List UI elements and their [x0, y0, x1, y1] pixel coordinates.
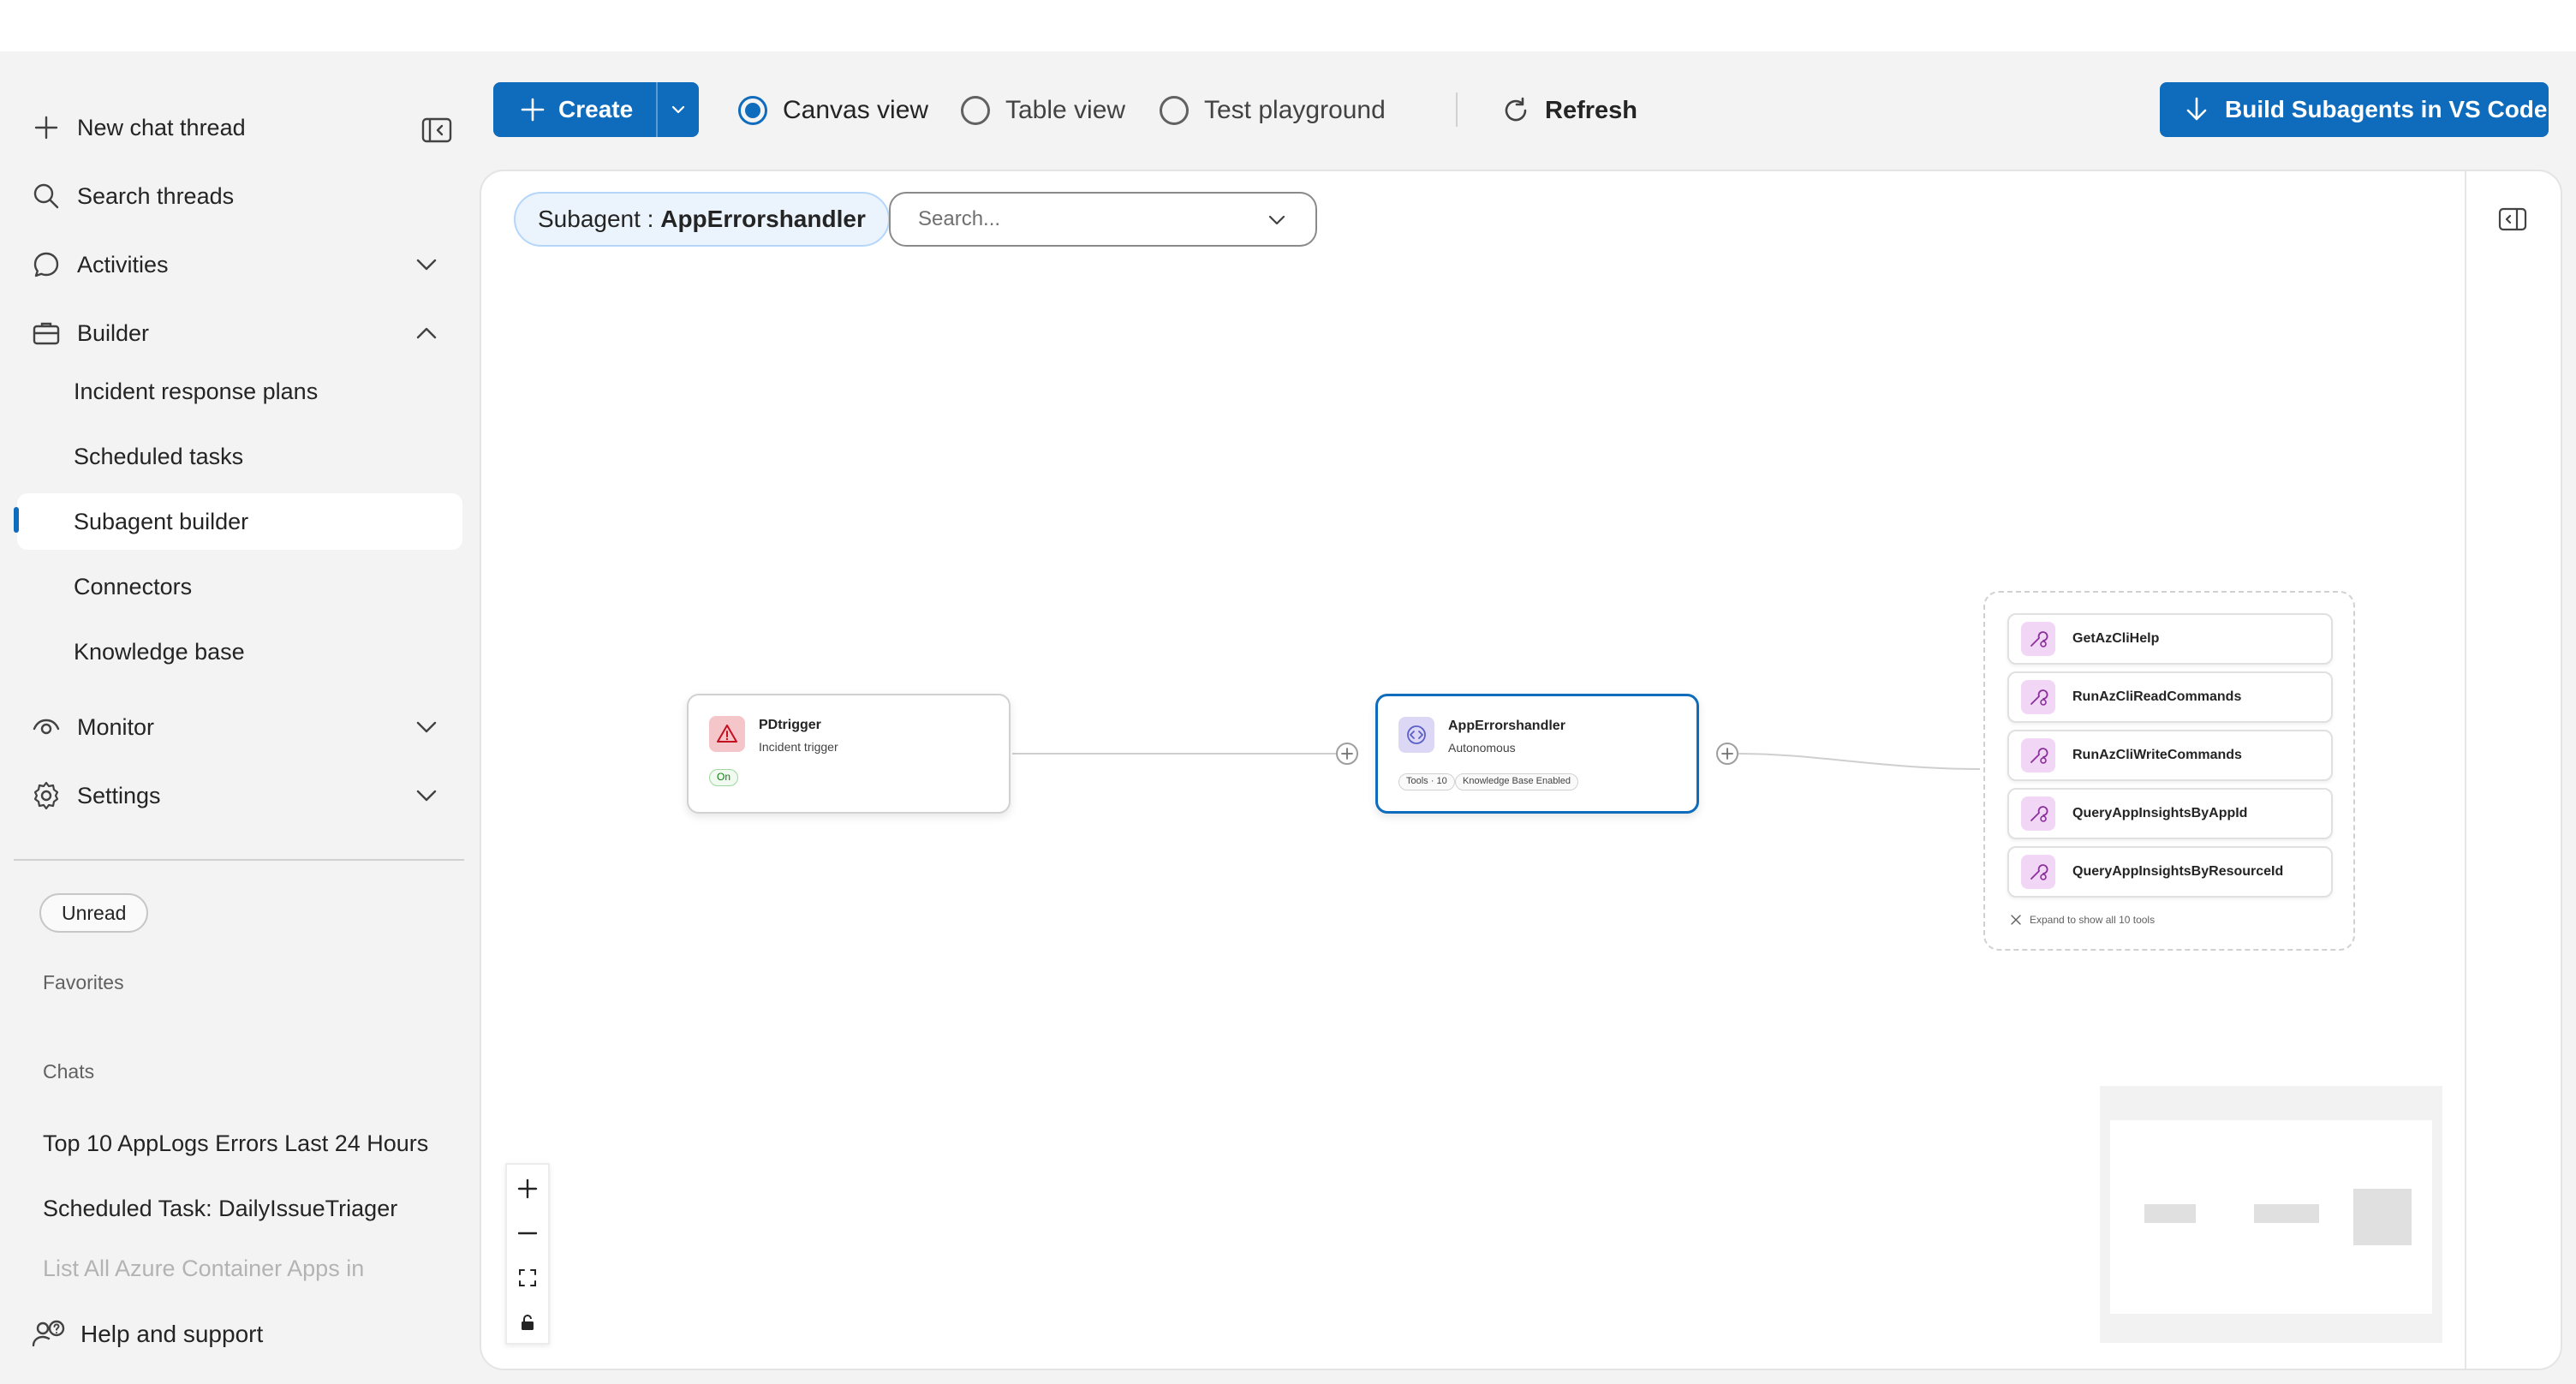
trigger-node[interactable]: PDtrigger Incident trigger On — [687, 694, 1011, 814]
node-subtitle: Autonomous — [1448, 741, 1516, 755]
tool-label: QueryAppInsightsByResourceId — [2072, 864, 2284, 879]
lock-icon — [522, 1315, 534, 1330]
zoom-in-button[interactable] — [507, 1166, 548, 1211]
add-node-button[interactable] — [1336, 743, 1358, 765]
tool-node[interactable]: QueryAppInsightsByResourceId — [2007, 846, 2333, 898]
zoom-out-button[interactable] — [507, 1211, 548, 1256]
tool-icon — [2021, 796, 2055, 831]
tool-label: RunAzCliWriteCommands — [2072, 748, 2242, 762]
expand-label: Expand to show all 10 tools — [2030, 914, 2156, 926]
plus-icon — [1341, 748, 1353, 760]
fit-screen-icon — [519, 1269, 536, 1286]
tool-icon — [2021, 680, 2055, 714]
lock-canvas-button[interactable] — [507, 1300, 548, 1345]
plus-icon — [517, 1178, 538, 1199]
node-title: AppErrorshandler — [1448, 719, 1565, 733]
tool-label: QueryAppInsightsByAppId — [2072, 806, 2248, 820]
fit-view-button[interactable] — [507, 1256, 548, 1300]
tool-node[interactable]: RunAzCliWriteCommands — [2007, 730, 2333, 781]
knowledge-base-tag: Knowledge Base Enabled — [1455, 773, 1578, 790]
node-subtitle: Incident trigger — [759, 740, 838, 754]
tool-label: GetAzCliHelp — [2072, 631, 2160, 646]
expand-icon — [2011, 915, 2021, 925]
tools-count-tag: Tools · 10 — [1398, 773, 1455, 790]
warning-icon — [709, 716, 745, 752]
tool-node[interactable]: QueryAppInsightsByAppId — [2007, 788, 2333, 839]
node-title: PDtrigger — [759, 718, 821, 732]
minus-icon — [517, 1232, 538, 1235]
expand-tools-link[interactable]: Expand to show all 10 tools — [2009, 913, 2155, 927]
subagent-node[interactable]: AppErrorshandler Autonomous Tools · 10 K… — [1375, 694, 1699, 814]
minimap[interactable] — [2100, 1086, 2442, 1343]
tool-icon — [2021, 622, 2055, 656]
add-node-button[interactable] — [1716, 743, 1738, 765]
tool-node[interactable]: RunAzCliReadCommands — [2007, 671, 2333, 723]
zoom-controls — [505, 1163, 550, 1345]
minimap-node — [2144, 1204, 2196, 1223]
tool-node[interactable]: GetAzCliHelp — [2007, 613, 2333, 665]
minimap-node — [2254, 1204, 2319, 1223]
minimap-node — [2353, 1189, 2412, 1245]
tool-label: RunAzCliReadCommands — [2072, 689, 2242, 704]
minimap-viewport — [2110, 1120, 2432, 1314]
plus-icon — [1721, 748, 1733, 760]
code-icon — [1398, 717, 1434, 753]
tool-icon — [2021, 738, 2055, 773]
status-badge: On — [709, 769, 739, 786]
tool-icon — [2021, 855, 2055, 889]
tools-group[interactable]: GetAzCliHelp RunAzCliReadCommands RunAzC… — [1983, 591, 2355, 951]
